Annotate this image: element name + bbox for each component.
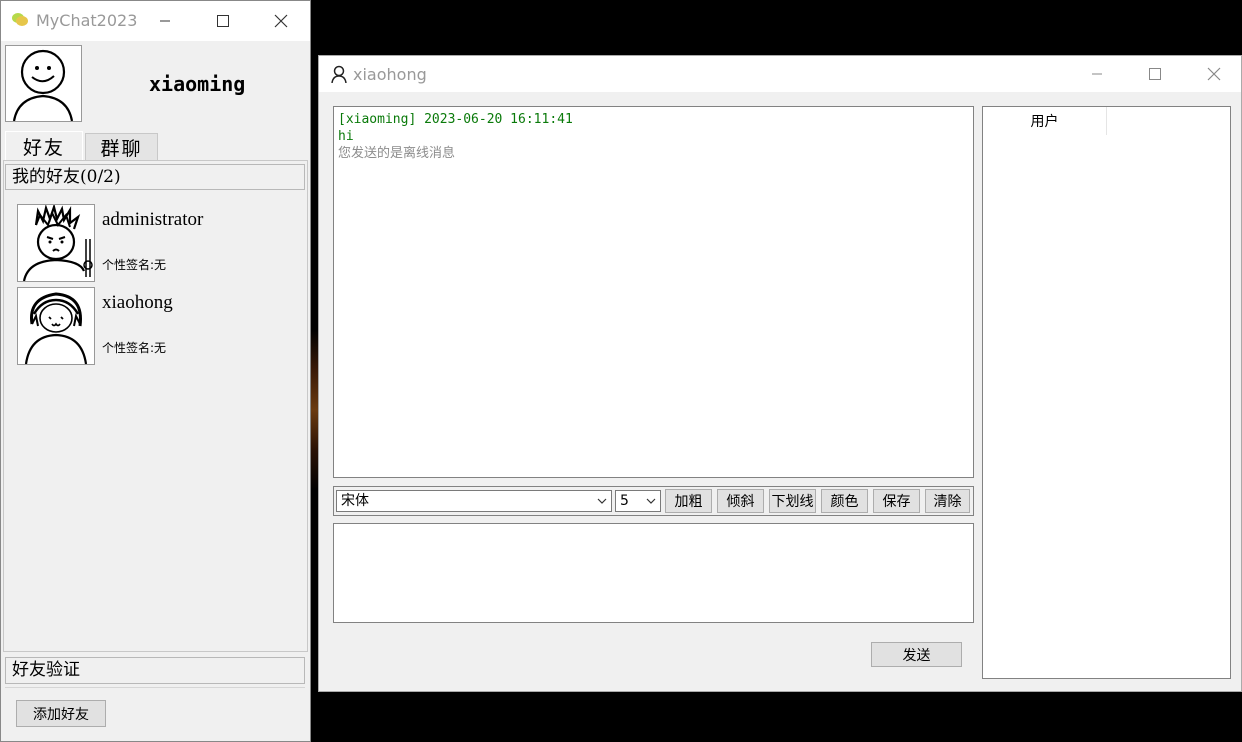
- send-button[interactable]: 发送: [871, 642, 962, 667]
- chat-titlebar[interactable]: xiaohong: [319, 56, 1241, 92]
- chat-maximize-button[interactable]: [1132, 56, 1178, 92]
- message-history[interactable]: [xiaoming] 2023-06-20 16:11:41 hi 您发送的是离…: [333, 106, 974, 478]
- message-input[interactable]: [333, 523, 974, 623]
- chat-minimize-button[interactable]: [1074, 56, 1120, 92]
- main-titlebar[interactable]: MyChat2023: [1, 1, 310, 41]
- bold-button[interactable]: 加粗: [665, 489, 712, 513]
- chevron-down-icon: [646, 498, 656, 504]
- user-column-header[interactable]: 用户: [983, 107, 1107, 135]
- friend-name: xiaohong: [102, 292, 173, 313]
- tab-friends[interactable]: 好友: [5, 131, 83, 161]
- close-button[interactable]: [258, 1, 304, 41]
- maximize-icon: [217, 15, 229, 27]
- smiley-avatar-icon: [12, 49, 74, 122]
- add-friend-button[interactable]: 添加好友: [16, 700, 106, 727]
- tab-groups[interactable]: 群聊: [85, 133, 158, 161]
- save-button[interactable]: 保存: [873, 489, 920, 513]
- message-body: hi: [338, 129, 354, 144]
- app-icon: [11, 11, 29, 33]
- maximize-button[interactable]: [200, 1, 246, 41]
- italic-button[interactable]: 倾斜: [717, 489, 764, 513]
- underline-button[interactable]: 下划线: [769, 489, 816, 513]
- friend-signature: 个性签名:无: [102, 258, 167, 272]
- color-button[interactable]: 颜色: [821, 489, 868, 513]
- friend-avatar: [17, 287, 95, 365]
- font-select-value: 宋体: [341, 493, 369, 509]
- friend-item-xiaohong[interactable]: xiaohong 个性签名:无: [17, 287, 297, 365]
- chat-close-button[interactable]: [1191, 56, 1237, 92]
- spiky-hair-avatar-icon: [22, 205, 93, 281]
- friend-verify-header[interactable]: 好友验证: [5, 657, 305, 684]
- user-icon: [330, 65, 348, 87]
- friend-name: administrator: [102, 209, 204, 230]
- minimize-button[interactable]: [142, 1, 188, 41]
- friend-item-administrator[interactable]: administrator 个性签名:无: [17, 204, 297, 282]
- curly-hair-avatar-icon: [24, 292, 88, 364]
- size-select-value: 5: [620, 493, 629, 509]
- my-avatar[interactable]: [5, 45, 82, 122]
- close-icon: [1207, 67, 1221, 81]
- my-username: xiaoming: [149, 72, 246, 96]
- minimize-icon: [1092, 73, 1102, 75]
- chat-window: xiaohong [xiaoming] 2023-06-20 16:11:41 …: [318, 55, 1242, 692]
- friend-signature: 个性签名:无: [102, 341, 167, 355]
- main-window-title: MyChat2023: [36, 11, 138, 30]
- main-window: MyChat2023 xiaoming 好友 群聊 我的好友(0/2) admi…: [0, 0, 311, 742]
- minimize-icon: [160, 20, 170, 22]
- friend-avatar: [17, 204, 95, 282]
- user-list[interactable]: 用户: [982, 106, 1231, 679]
- offline-note: 您发送的是离线消息: [338, 146, 456, 161]
- clear-button[interactable]: 清除: [925, 489, 970, 513]
- close-icon: [274, 14, 288, 28]
- chevron-down-icon: [597, 498, 607, 504]
- font-select[interactable]: 宋体: [336, 490, 612, 512]
- format-toolbar: 宋体 5 加粗 倾斜 下划线 颜色 保存 清除: [333, 486, 974, 516]
- friends-group-header[interactable]: 我的好友(0/2): [5, 164, 305, 190]
- chat-window-title: xiaohong: [353, 65, 427, 84]
- size-select[interactable]: 5: [615, 490, 661, 512]
- maximize-icon: [1149, 68, 1161, 80]
- divider: [5, 687, 305, 688]
- message-header: [xiaoming] 2023-06-20 16:11:41: [338, 112, 573, 127]
